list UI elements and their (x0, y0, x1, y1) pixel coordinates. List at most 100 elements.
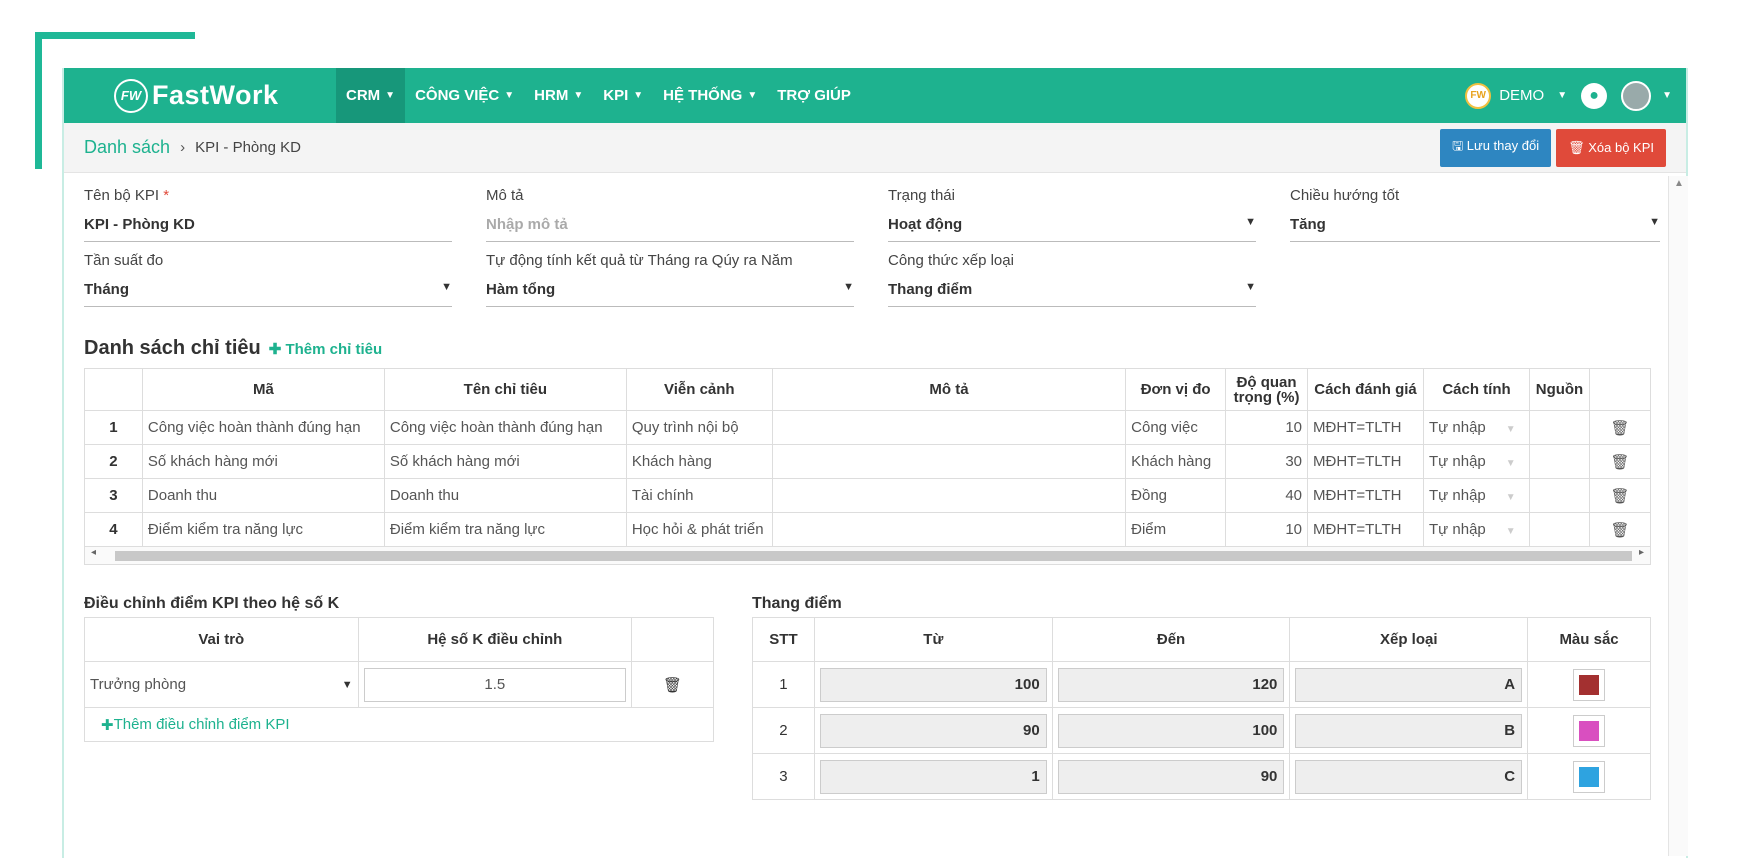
cell-name[interactable]: Số khách hàng mới (383, 444, 627, 479)
globe-icon[interactable]: ● (1581, 82, 1608, 109)
description-input[interactable]: Nhập mô tả (486, 216, 854, 242)
auto-calc-field[interactable]: Tự động tính kết quả từ Tháng ra Qúy ra … (486, 252, 854, 307)
col-header-weight[interactable]: Độ quan trọng (%) (1225, 368, 1309, 411)
cell-perspective[interactable]: Quy trình nội bộ (625, 410, 773, 445)
cell-eval[interactable]: MĐHT=TLTH (1307, 444, 1425, 479)
cell-calc-select[interactable]: Tự nhập ▼ (1423, 512, 1530, 547)
scroll-up-icon[interactable]: ▲ (1674, 178, 1684, 189)
color-swatch[interactable] (1573, 714, 1606, 747)
cell-desc[interactable] (771, 478, 1127, 513)
kpi-name-field[interactable]: Tên bộ KPI * KPI - Phòng KD (84, 187, 452, 242)
add-k-adjust-link[interactable]: ✚ Thêm điều chỉnh điểm KPI (84, 708, 714, 742)
delete-row-icon[interactable]: 🗑 (1588, 512, 1652, 547)
cell-eval[interactable]: MĐHT=TLTH (1307, 478, 1425, 513)
delete-row-icon[interactable]: 🗑 (1588, 410, 1652, 445)
cell-perspective[interactable]: Khách hàng (625, 444, 773, 479)
cell-unit[interactable]: Khách hàng (1125, 444, 1227, 479)
col-header-perspective[interactable]: Viễn cảnh (625, 368, 773, 411)
from-input[interactable]: 90 (819, 713, 1047, 748)
cell-source[interactable] (1528, 512, 1590, 547)
col-header-desc[interactable]: Mô tả (771, 368, 1127, 411)
cell-perspective[interactable]: Học hỏi & phát triển (625, 512, 773, 547)
grading-select[interactable]: Thang điểm ▼ (888, 281, 1256, 307)
color-swatch[interactable] (1573, 668, 1606, 701)
cell-calc-select[interactable]: Tự nhập ▼ (1423, 444, 1530, 479)
col-header-name[interactable]: Tên chỉ tiêu (383, 368, 627, 411)
cell-source[interactable] (1528, 410, 1590, 445)
nav-tro-giup[interactable]: TRỢ GIÚP (767, 68, 861, 123)
grade-input[interactable]: C (1295, 759, 1523, 794)
cell-weight[interactable]: 10 (1225, 410, 1309, 445)
scroll-right-icon[interactable]: ▸ (1639, 547, 1644, 558)
scroll-left-icon[interactable]: ◂ (91, 547, 96, 558)
coef-input[interactable]: 1.5 (363, 667, 627, 702)
cell-unit[interactable]: Điểm (1125, 512, 1227, 547)
cell-weight[interactable]: 40 (1225, 478, 1309, 513)
cell-code[interactable]: Doanh thu (141, 478, 385, 513)
color-swatch[interactable] (1573, 760, 1606, 793)
cell-unit[interactable]: Đồng (1125, 478, 1227, 513)
direction-select[interactable]: Tăng ▼ (1290, 216, 1660, 242)
delete-row-icon[interactable]: 🗑 (1588, 444, 1652, 479)
auto-calc-select[interactable]: Hàm tổng ▼ (486, 281, 854, 307)
frequency-select[interactable]: Tháng ▼ (84, 281, 452, 307)
direction-field[interactable]: Chiều hướng tốt Tăng ▼ (1290, 187, 1660, 242)
cell-source[interactable] (1528, 478, 1590, 513)
cell-calc-select[interactable]: Tự nhập ▼ (1423, 478, 1530, 513)
nav-kpi[interactable]: KPI ▼ (593, 68, 653, 123)
cell-name[interactable]: Doanh thu (383, 478, 627, 513)
breadcrumb-root-link[interactable]: Danh sách (84, 137, 170, 158)
to-input[interactable]: 100 (1057, 713, 1285, 748)
delete-adjust-icon[interactable]: 🗑 (631, 661, 714, 708)
cell-weight[interactable]: 30 (1225, 444, 1309, 479)
status-select[interactable]: Hoạt động ▼ (888, 216, 1256, 242)
kpi-name-input[interactable]: KPI - Phòng KD (84, 216, 452, 242)
add-indicator-link[interactable]: ✚ Thêm chỉ tiêu (269, 340, 382, 358)
from-input[interactable]: 100 (819, 667, 1047, 702)
cell-perspective[interactable]: Tài chính (625, 478, 773, 513)
cell-weight[interactable]: 10 (1225, 512, 1309, 547)
cell-name[interactable]: Điểm kiểm tra năng lực (383, 512, 627, 547)
to-input[interactable]: 120 (1057, 667, 1285, 702)
cell-code[interactable]: Điểm kiểm tra năng lực (141, 512, 385, 547)
col-header-eval[interactable]: Cách đánh giá (1307, 368, 1425, 411)
col-header-calc[interactable]: Cách tính (1423, 368, 1530, 411)
nav-crm[interactable]: CRM ▼ (336, 68, 406, 123)
scrollbar-thumb[interactable] (115, 551, 1632, 561)
col-header-unit[interactable]: Đơn vị đo (1125, 368, 1227, 411)
delete-kpi-button[interactable]: 🗑 Xóa bộ KPI (1556, 128, 1666, 167)
nav-cong-viec[interactable]: CÔNG VIỆC ▼ (405, 68, 524, 123)
cell-desc[interactable] (771, 410, 1127, 445)
from-input[interactable]: 1 (819, 759, 1047, 794)
description-field[interactable]: Mô tả Nhập mô tả (486, 187, 854, 242)
nav-hrm[interactable]: HRM ▼ (524, 68, 593, 123)
status-field[interactable]: Trạng thái Hoạt động ▼ (888, 187, 1256, 242)
to-input[interactable]: 90 (1057, 759, 1285, 794)
cell-eval[interactable]: MĐHT=TLTH (1307, 410, 1425, 445)
delete-row-icon[interactable]: 🗑 (1588, 478, 1652, 513)
cell-code[interactable]: Số khách hàng mới (141, 444, 385, 479)
frequency-field[interactable]: Tần suất đo Tháng ▼ (84, 252, 452, 307)
role-select[interactable]: Trưởng phòng ▼ (90, 668, 353, 702)
brand-logo[interactable]: FW FastWork (64, 78, 336, 113)
save-changes-button[interactable]: 🖫 Lưu thay đổi (1440, 128, 1552, 167)
cell-code[interactable]: Công việc hoàn thành đúng hạn (141, 410, 385, 445)
cell-desc[interactable] (771, 444, 1127, 479)
cell-desc[interactable] (771, 512, 1127, 547)
cell-eval[interactable]: MĐHT=TLTH (1307, 512, 1425, 547)
col-header-code[interactable]: Mã (141, 368, 385, 411)
grading-field[interactable]: Công thức xếp loại Thang điểm ▼ (888, 252, 1256, 307)
user-menu[interactable]: ▼ (1621, 80, 1672, 111)
nav-he-thong[interactable]: HỆ THỐNG ▼ (653, 68, 767, 123)
vertical-scrollbar[interactable]: ▲ (1668, 176, 1688, 856)
cell-calc-select[interactable]: Tự nhập ▼ (1423, 410, 1530, 445)
cell-source[interactable] (1528, 444, 1590, 479)
col-header-actions (631, 617, 714, 662)
grade-input[interactable]: B (1295, 713, 1523, 748)
horizontal-scrollbar[interactable]: ◂ ▸ (84, 547, 1651, 565)
grade-input[interactable]: A (1295, 667, 1523, 702)
account-menu[interactable]: FW DEMO ▼ (1465, 82, 1567, 109)
col-header-source[interactable]: Nguồn (1528, 368, 1590, 411)
cell-unit[interactable]: Công việc (1125, 410, 1227, 445)
cell-name[interactable]: Công việc hoàn thành đúng hạn (383, 410, 627, 445)
